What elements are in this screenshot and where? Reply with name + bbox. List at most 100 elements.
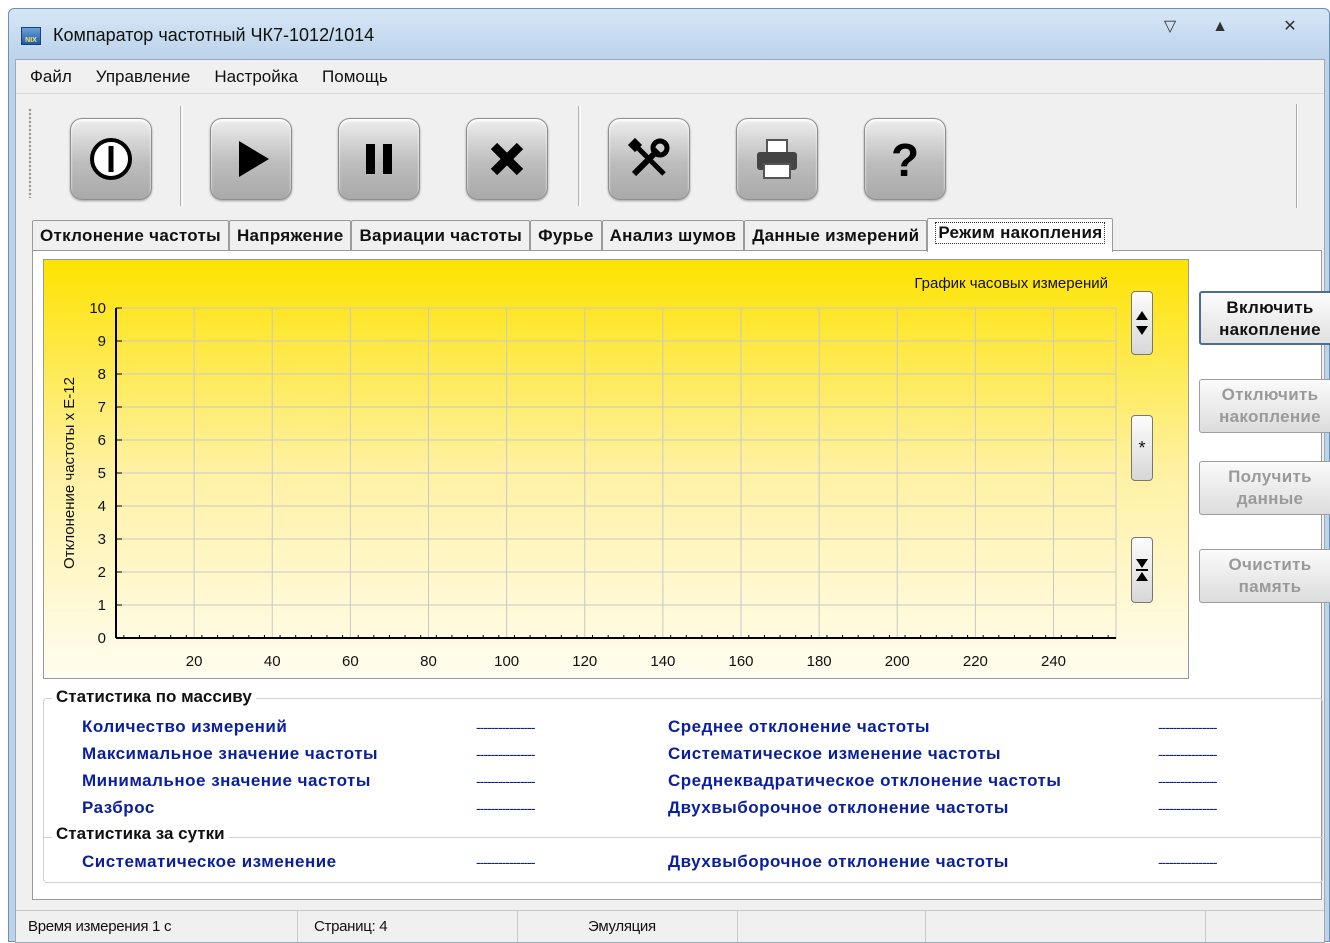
stats-divider xyxy=(44,837,1322,838)
power-icon xyxy=(90,138,132,180)
array-stats-title: Статистика по массиву xyxy=(52,687,256,707)
reset-scale-button[interactable]: * xyxy=(1131,415,1153,481)
tab-fourier[interactable]: Фурье xyxy=(530,220,602,250)
y-tick-label: 5 xyxy=(98,465,106,482)
x-tick-label: 220 xyxy=(963,653,988,670)
y-tick-label: 2 xyxy=(98,564,106,581)
x-tick-label: 200 xyxy=(885,653,910,670)
asterisk-icon: * xyxy=(1138,437,1146,458)
stop-button[interactable] xyxy=(466,118,548,200)
menu-settings[interactable]: Настройка xyxy=(214,67,298,87)
updown-arrows-icon xyxy=(1136,311,1148,335)
stat-value: ---------------- xyxy=(1158,746,1218,762)
play-button[interactable] xyxy=(210,118,292,200)
y-tick-label: 8 xyxy=(98,366,106,383)
pause-button[interactable] xyxy=(338,118,420,200)
maximize-icon[interactable]: ▲ xyxy=(1205,15,1235,39)
toolbar-separator xyxy=(180,106,183,206)
x-tick-label: 140 xyxy=(650,653,675,670)
app-window: NIX Компаратор частотный ЧК7-1012/1014 ▽… xyxy=(8,8,1330,943)
tools-icon xyxy=(627,137,670,177)
x-tick-label: 80 xyxy=(420,653,437,670)
toolbar-end xyxy=(1296,104,1298,208)
window-title: Компаратор частотный ЧК7-1012/1014 xyxy=(53,25,375,45)
get-data-button[interactable]: Получить данные xyxy=(1199,461,1330,515)
tab-frequency-deviation[interactable]: Отклонение частоты xyxy=(32,220,229,250)
client-area: Файл Управление Настройка Помощь ? Откло… xyxy=(15,59,1330,943)
y-tick-label: 0 xyxy=(98,630,106,647)
stat-label: Разброс xyxy=(82,798,155,817)
tab-strip: Отклонение частоты Напряжение Вариации ч… xyxy=(32,218,1114,252)
toolbar: ? xyxy=(22,98,1318,210)
stat-value: ---------------- xyxy=(476,746,536,762)
status-empty xyxy=(738,911,926,942)
status-mode: Эмуляция xyxy=(518,911,738,942)
menu-file[interactable]: Файл xyxy=(30,67,72,87)
tab-measurement-data[interactable]: Данные измерений xyxy=(744,220,928,250)
collapse-arrows-icon xyxy=(1136,559,1148,581)
svg-text:?: ? xyxy=(891,134,919,184)
pause-icon xyxy=(366,144,392,174)
x-tick-label: 180 xyxy=(807,653,832,670)
printer-icon xyxy=(757,139,797,179)
help-button[interactable]: ? xyxy=(864,118,946,200)
stat-value: ---------------- xyxy=(476,719,536,735)
menu-control[interactable]: Управление xyxy=(96,67,191,87)
tab-noise-analysis[interactable]: Анализ шумов xyxy=(601,220,745,250)
stat-label: Двухвыборочное отклонение частоты xyxy=(668,798,1009,817)
disable-accumulation-button[interactable]: Отключить накопление xyxy=(1199,379,1330,433)
stat-value: ---------------- xyxy=(1158,800,1218,816)
toolbar-grip[interactable] xyxy=(28,108,32,198)
stat-label: Среднее отклонение частоты xyxy=(668,717,931,736)
x-tick-label: 40 xyxy=(264,653,281,670)
y-tick-label: 7 xyxy=(98,399,106,416)
tab-accumulation-mode[interactable]: Режим накопления xyxy=(927,218,1114,252)
enable-accumulation-button[interactable]: Включить накопление xyxy=(1199,291,1330,345)
x-tick-label: 100 xyxy=(494,653,519,670)
y-tick-label: 4 xyxy=(98,498,106,515)
x-tick-label: 120 xyxy=(572,653,597,670)
clear-memory-button[interactable]: Очистить память xyxy=(1199,549,1330,603)
accumulation-panel: 20 40 60 80 100 120 140 160 180 200 220 240 0 1 2 3 4 5 6 7… xyxy=(32,250,1330,900)
x-tick-label: 20 xyxy=(186,653,203,670)
tab-voltage[interactable]: Напряжение xyxy=(228,220,352,250)
tab-frequency-variation[interactable]: Вариации частоты xyxy=(351,220,531,250)
day-stats-title: Статистика за сутки xyxy=(52,824,229,844)
play-icon xyxy=(239,141,269,177)
status-pages: Страниц: 4 xyxy=(298,911,518,942)
stat-label: Максимальное значение частоты xyxy=(82,744,379,763)
stat-value: ---------------- xyxy=(476,800,536,816)
stat-value: ---------------- xyxy=(1158,773,1218,789)
stat-label: Количество измерений xyxy=(82,717,288,736)
hourly-chart: 20 40 60 80 100 120 140 160 180 200 220 240 0 1 2 3 4 5 6 7… xyxy=(43,259,1189,679)
close-icon[interactable]: ✕ xyxy=(1275,15,1305,39)
stat-label: Систематическое изменение xyxy=(82,852,337,871)
stat-value: ---------------- xyxy=(1158,854,1218,870)
stat-label: Двухвыборочное отклонение частоты xyxy=(668,852,1009,871)
settings-button[interactable] xyxy=(608,118,690,200)
y-tick-label: 1 xyxy=(98,597,106,614)
stop-x-icon xyxy=(490,142,524,176)
x-tick-label: 240 xyxy=(1041,653,1066,670)
y-tick-label: 3 xyxy=(98,531,106,548)
menu-help[interactable]: Помощь xyxy=(322,67,388,87)
chart-plot: 20 40 60 80 100 120 140 160 180 200 220 240 0 1 2 3 4 5 6 7… xyxy=(61,275,1117,670)
menu-bar: Файл Управление Настройка Помощь xyxy=(16,60,1324,94)
scroll-collapse-button[interactable] xyxy=(1131,537,1153,603)
scroll-updown-button[interactable] xyxy=(1131,291,1153,355)
power-button[interactable] xyxy=(70,118,152,200)
print-button[interactable] xyxy=(736,118,818,200)
title-bar[interactable]: NIX Компаратор частотный ЧК7-1012/1014 ▽… xyxy=(9,9,1329,59)
stat-label: Систематическое изменение частоты xyxy=(668,744,1002,763)
minimize-icon[interactable]: ▽ xyxy=(1155,15,1185,39)
chart-title: График часовых измерений xyxy=(914,275,1108,292)
status-measure-time: Время измерения 1 с xyxy=(16,911,298,942)
y-tick-label: 10 xyxy=(89,300,106,317)
y-tick-label: 9 xyxy=(98,333,106,350)
app-icon: NIX xyxy=(21,27,41,45)
stat-label: Среднеквадратическое отклонение частоты xyxy=(668,771,1062,790)
y-axis-label: Отклонение частоты х Е-12 xyxy=(61,377,78,569)
stat-label: Минимальное значение частоты xyxy=(82,771,371,790)
help-icon: ? xyxy=(891,134,919,184)
stat-value: ---------------- xyxy=(476,773,536,789)
